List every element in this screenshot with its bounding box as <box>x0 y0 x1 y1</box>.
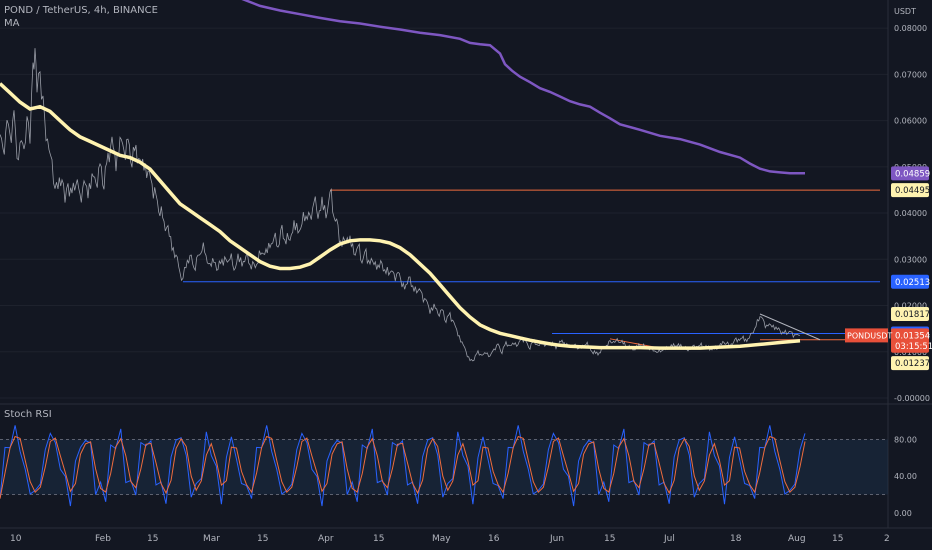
price-label-text: 0.01237 <box>895 359 930 369</box>
x-tick-label: 15 <box>257 534 268 544</box>
x-tick-label: Aug <box>788 534 806 544</box>
y-tick-label: 0.04000 <box>894 209 927 218</box>
ma-long-line <box>241 0 805 175</box>
ma-short-line <box>0 82 801 350</box>
y-tick-label: 0.06000 <box>894 117 927 126</box>
x-tick-label: 10 <box>10 534 22 544</box>
x-tick-label: Feb <box>95 534 111 544</box>
x-tick-label: Mar <box>203 534 220 544</box>
price-label-text: 03:15:51 <box>895 342 932 352</box>
stoch-tick-label: 80.00 <box>894 436 917 445</box>
price-label-text: 0.02513 <box>895 278 930 288</box>
price-label-text: 0.04859 <box>895 169 930 179</box>
x-tick-label: 15 <box>147 534 158 544</box>
y-tick-label: 0.07000 <box>894 70 927 79</box>
price-label-text: 0.04495 <box>895 186 930 196</box>
y-tick-label: 0.03000 <box>894 255 927 264</box>
x-tick-label: 16 <box>488 534 500 544</box>
x-tick-label: Jul <box>663 534 675 544</box>
price-label-text: 0.01817 <box>895 310 930 320</box>
x-tick-label: 15 <box>604 534 615 544</box>
x-tick-label: May <box>432 534 451 544</box>
stoch-tick-label: 0.00 <box>894 509 912 518</box>
symbol-badge-text: PONDUSDT <box>847 331 892 340</box>
x-tick-label: Jun <box>549 534 564 544</box>
y-tick-label: -0.00000 <box>894 394 930 403</box>
x-tick-label: 15 <box>832 534 843 544</box>
x-tick-label: 2 <box>884 534 890 544</box>
x-tick-label: Apr <box>318 534 334 544</box>
x-tick-label: 18 <box>730 534 742 544</box>
x-tick-label: 15 <box>373 534 384 544</box>
price-chart[interactable]: 0.080000.070000.060000.050000.040000.030… <box>0 0 932 550</box>
trend-line <box>759 313 821 341</box>
y-tick-label: 0.08000 <box>894 24 927 33</box>
stoch-tick-label: 40.00 <box>894 472 917 481</box>
price-series-line <box>0 48 801 362</box>
